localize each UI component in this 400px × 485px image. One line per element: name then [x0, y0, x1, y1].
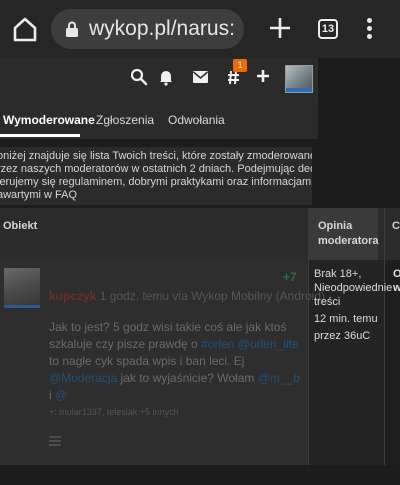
new-tab-icon[interactable]: [267, 15, 293, 41]
site-header-spacer: [318, 58, 400, 101]
column-header-moderator-2: moderatora: [318, 235, 379, 247]
active-tab-indicator: [0, 134, 80, 137]
tab-odwolania[interactable]: Odwołania: [168, 113, 225, 127]
mail-icon[interactable]: [193, 71, 208, 83]
info-line[interactable]: awartymi w FAQ: [0, 189, 309, 202]
tab-wymoderowane[interactable]: Wymoderowane: [3, 113, 95, 127]
opinion-line: Brak 18+,: [314, 268, 362, 280]
user-link[interactable]: @orlen_lite: [238, 337, 299, 351]
bottom-area: [0, 465, 400, 485]
user-avatar[interactable]: [285, 65, 313, 93]
post-text: jak to wyjaśnicie? Wołam: [117, 371, 258, 385]
home-icon[interactable]: [12, 16, 38, 42]
post-author[interactable]: kupczyk: [49, 289, 96, 303]
opinion-line: Nieodpowiednie: [314, 282, 393, 294]
search-icon[interactable]: [130, 68, 148, 86]
bell-icon[interactable]: [159, 68, 173, 86]
opinion-line: treści: [314, 296, 341, 308]
extra-header-cell: [378, 208, 400, 260]
info-line: oniżej znajduje się lista Twoich treści,…: [0, 150, 312, 162]
user-link[interactable]: @m__b: [258, 371, 300, 385]
tag-link[interactable]: #orlen: [201, 337, 234, 351]
post-content: Jak to jest? 5 godz wisi takie coś ale j…: [49, 319, 304, 404]
page: wykop.pl/narus: 13 1 Wymoderowane Zgłosz…: [0, 0, 400, 485]
add-icon[interactable]: [257, 70, 269, 82]
notification-badge: 1: [233, 59, 247, 72]
post-text: to nagle cyk spada wpis i ban leci. Ej: [49, 354, 245, 368]
url-text: wykop.pl/narus:: [89, 17, 235, 40]
post-meta-text: 1 godz. temu via Wykop Mobilny (Android): [96, 289, 326, 303]
tab-zgloszenia[interactable]: Zgłoszenia: [96, 113, 154, 127]
moderator-opinion: Brak 18+, Nieodpowiednie treści 12 min. …: [314, 267, 393, 343]
url-bar[interactable]: wykop.pl/narus:: [51, 9, 244, 49]
info-box: oniżej znajduje się lista Twoich treści,…: [0, 147, 312, 205]
column-header-object: Obiekt: [3, 220, 38, 232]
info-line: rzez naszych moderatorów w ostatnich 2 d…: [0, 163, 312, 175]
hashtag-icon[interactable]: [227, 70, 240, 85]
vote-count[interactable]: +7: [283, 270, 297, 284]
tab-switcher-button[interactable]: 13: [318, 19, 338, 39]
user-link[interactable]: @: [55, 388, 67, 402]
lock-icon: [66, 21, 78, 37]
opinion-moderator: przez 36uC: [314, 330, 371, 342]
plusers-list[interactable]: +: mular1337, telesiak +5 innych: [49, 407, 179, 417]
column-header-extra: C: [392, 220, 400, 232]
column-header-moderator: Opinia: [318, 220, 353, 232]
menu-icon[interactable]: [49, 436, 61, 446]
moderator-header-cell: [308, 208, 378, 260]
user-link[interactable]: @Moderacja: [49, 371, 117, 385]
post-meta: kupczyk 1 godz. temu via Wykop Mobilny (…: [49, 289, 325, 303]
extra-cell-text: O: [393, 268, 400, 280]
extra-cell-text-2: w: [393, 282, 400, 294]
opinion-time: 12 min. temu: [314, 313, 378, 325]
more-menu-icon[interactable]: [367, 18, 373, 40]
post-author-avatar[interactable]: [4, 268, 40, 308]
column-divider: [308, 208, 309, 465]
column-divider: [384, 208, 385, 465]
info-line: ierujemy się regulaminem, dobrymi prakty…: [0, 176, 312, 188]
